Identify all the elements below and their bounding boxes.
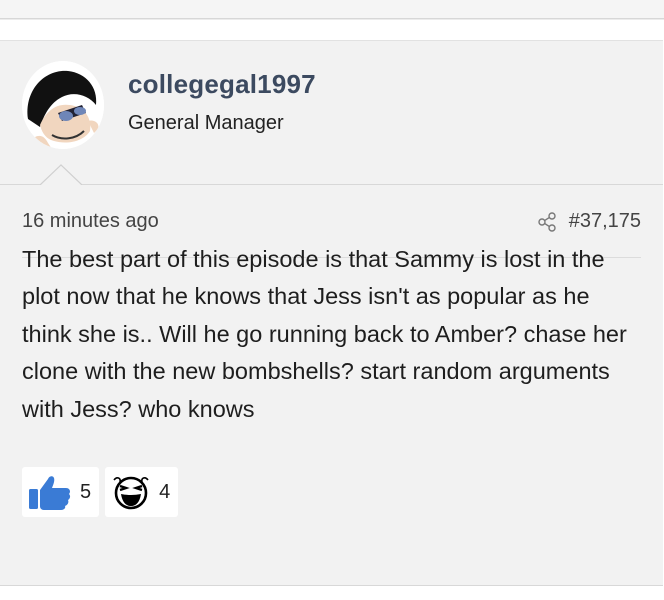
avatar-illustration [22, 61, 104, 149]
post-body: The best part of this episode is that Sa… [22, 246, 627, 422]
haha-count: 4 [159, 480, 171, 503]
reaction-haha[interactable]: 4 [105, 467, 179, 517]
share-icon[interactable] [537, 211, 557, 232]
previous-post-card [0, 0, 664, 19]
author-role: General Manager [128, 112, 284, 134]
author-header: collegegal1997 General Manager [0, 41, 663, 185]
thumbs-up-icon [29, 476, 71, 510]
author-username[interactable]: collegegal1997 [128, 69, 316, 100]
avatar[interactable] [22, 61, 104, 149]
reactions-bar: 5 4 [22, 467, 179, 517]
post-timestamp: 16 minutes ago [22, 210, 159, 232]
laughing-face-icon [113, 476, 149, 510]
like-count: 5 [80, 480, 92, 503]
post-number[interactable]: #37,175 [569, 210, 641, 233]
post-permalink[interactable]: #37,175 [537, 210, 641, 233]
header-pointer [40, 164, 82, 185]
reaction-like[interactable]: 5 [22, 467, 100, 517]
